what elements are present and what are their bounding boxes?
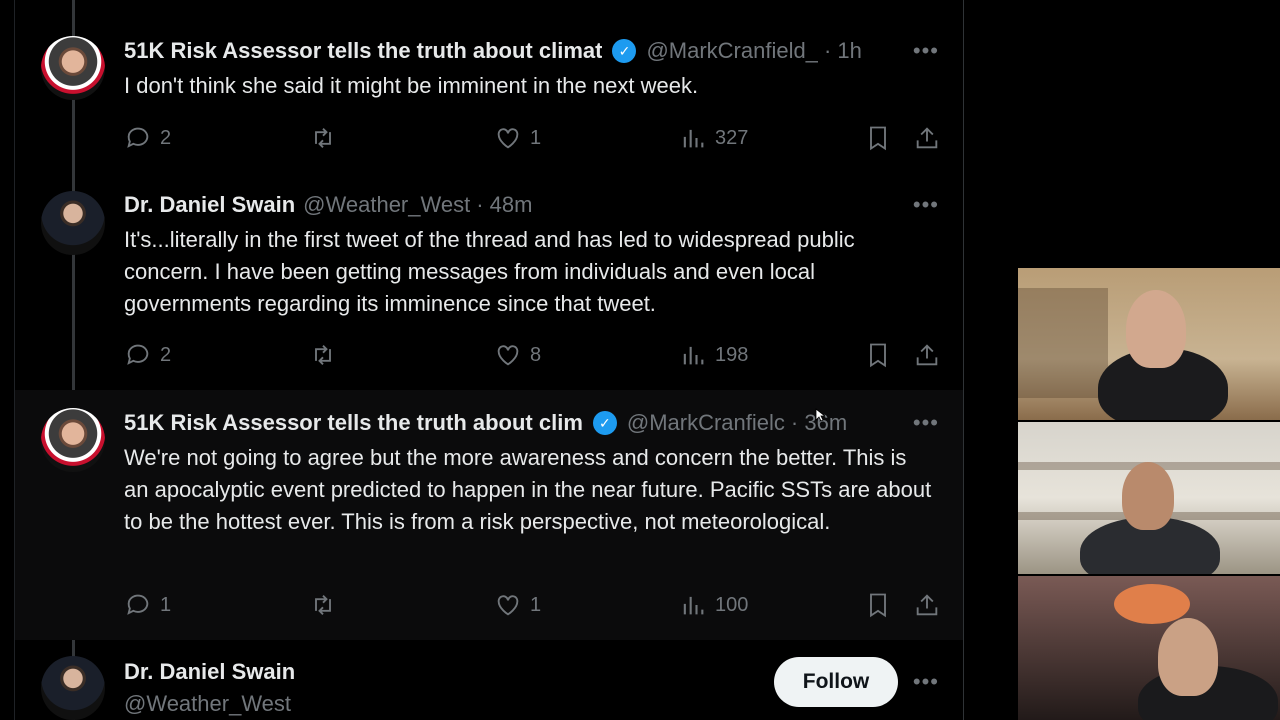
reply-count: 2: [160, 343, 172, 366]
bookmark-icon: [870, 343, 886, 368]
bookmark-button[interactable]: [864, 338, 892, 372]
reply-button[interactable]: 2: [124, 338, 171, 372]
share-icon: [916, 594, 938, 616]
background-shelf: [1018, 288, 1108, 398]
retweet-icon: [315, 128, 331, 148]
retweet-button[interactable]: [309, 588, 345, 622]
retweet-button[interactable]: [309, 121, 345, 155]
profile-name[interactable]: Dr. Daniel Swain: [124, 659, 295, 685]
tweet-actions: 2 8 198: [124, 338, 940, 372]
tweet-actions: 1 1 100: [124, 588, 940, 622]
share-button[interactable]: [913, 338, 941, 372]
heart-icon: [497, 345, 519, 366]
reply-icon: [127, 594, 149, 615]
bookmark-button[interactable]: [864, 121, 892, 155]
views-button[interactable]: 100: [679, 588, 748, 622]
view-count: 100: [715, 593, 749, 616]
video-tile-3: [1018, 576, 1280, 720]
author-handle[interactable]: @MarkCranfielc: [627, 410, 785, 436]
participant-face: [1158, 618, 1218, 696]
author-name[interactable]: 51K Risk Assessor tells the truth about …: [124, 38, 602, 64]
share-icon: [916, 344, 938, 366]
view-count: 327: [715, 126, 749, 149]
retweet-icon: [315, 595, 331, 615]
views-icon: [683, 596, 704, 615]
views-button[interactable]: 327: [679, 121, 748, 155]
more-options-icon[interactable]: •••: [913, 37, 939, 65]
participant-face: [1126, 290, 1186, 368]
reply-icon: [127, 344, 149, 365]
sunset-sun: [1114, 584, 1190, 624]
more-options-icon[interactable]: •••: [913, 191, 939, 219]
tweet-3[interactable]: 51K Risk Assessor tells the truth about …: [15, 390, 963, 640]
like-count: 1: [530, 126, 542, 149]
like-button[interactable]: 1: [494, 121, 541, 155]
profile-card[interactable]: Dr. Daniel Swain @Weather_West Follow ••…: [15, 640, 963, 720]
more-options-icon[interactable]: •••: [913, 668, 939, 696]
video-call-panel: [1018, 268, 1280, 720]
share-button[interactable]: [913, 588, 941, 622]
heart-icon: [497, 128, 519, 149]
avatar[interactable]: [41, 36, 105, 100]
video-tile-2: [1018, 422, 1280, 574]
follow-button[interactable]: Follow: [774, 657, 898, 707]
bookmark-icon: [870, 126, 886, 151]
author-handle[interactable]: @MarkCranfield_: [646, 38, 818, 64]
tweet-text: I don't think she said it might be immin…: [124, 73, 699, 98]
mouse-cursor-icon: [815, 408, 825, 422]
views-icon: [683, 129, 704, 148]
tweet-time[interactable]: · 48m: [476, 192, 532, 218]
tweet-1[interactable]: 51K Risk Assessor tells the truth about …: [15, 0, 963, 175]
tweet-2[interactable]: Dr. Daniel Swain @Weather_West · 48m •••…: [15, 175, 963, 390]
tweet-time[interactable]: · 1h: [824, 38, 862, 64]
avatar[interactable]: [41, 191, 105, 255]
tweet-actions: 2 1 327: [124, 121, 940, 155]
like-button[interactable]: 1: [494, 588, 541, 622]
author-name[interactable]: Dr. Daniel Swain: [124, 192, 295, 218]
retweet-icon: [315, 345, 331, 365]
reply-button[interactable]: 1: [124, 588, 171, 622]
reply-icon: [127, 127, 149, 148]
verified-badge-icon: ✓: [592, 411, 617, 435]
views-button[interactable]: 198: [679, 338, 748, 372]
views-icon: [683, 346, 704, 365]
video-tile-1: [1018, 268, 1280, 420]
reply-count: 1: [160, 593, 172, 616]
tweet-text: It's...literally in the first tweet of t…: [124, 227, 855, 316]
profile-handle[interactable]: @Weather_West: [124, 691, 291, 717]
participant-face: [1122, 462, 1174, 530]
like-button[interactable]: 8: [494, 338, 541, 372]
reply-button[interactable]: 2: [124, 121, 171, 155]
tweet-header: Dr. Daniel Swain @Weather_West · 48m: [124, 191, 945, 219]
author-handle[interactable]: @Weather_West: [303, 192, 470, 218]
heart-icon: [497, 595, 519, 616]
share-button[interactable]: [913, 121, 941, 155]
timeline: 51K Risk Assessor tells the truth about …: [14, 0, 964, 720]
verified-badge-icon: ✓: [612, 39, 637, 63]
author-name[interactable]: 51K Risk Assessor tells the truth about …: [124, 410, 583, 436]
avatar[interactable]: [41, 656, 105, 720]
more-options-icon[interactable]: •••: [913, 409, 939, 437]
bookmark-button[interactable]: [864, 588, 892, 622]
bookmark-icon: [870, 593, 886, 618]
reply-count: 2: [160, 126, 172, 149]
view-count: 198: [715, 343, 749, 366]
like-count: 1: [530, 593, 542, 616]
share-icon: [916, 127, 938, 149]
retweet-button[interactable]: [309, 338, 345, 372]
like-count: 8: [530, 343, 542, 366]
tweet-text: We're not going to agree but the more aw…: [124, 445, 932, 534]
tweet-header: 51K Risk Assessor tells the truth about …: [124, 37, 945, 65]
avatar[interactable]: [41, 408, 105, 472]
